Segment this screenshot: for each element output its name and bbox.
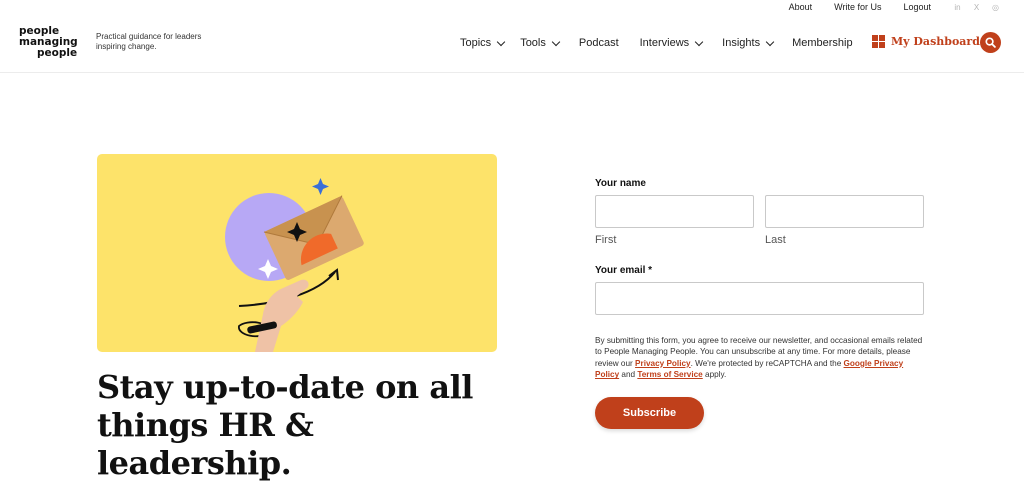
site-tagline: Practical guidance for leaders inspiring… (96, 32, 202, 51)
chevron-down-icon (765, 37, 775, 46)
last-name-input[interactable] (765, 195, 924, 228)
legal-notice: By submitting this form, you agree to re… (595, 335, 925, 381)
chevron-down-icon (551, 37, 561, 46)
nav-interviews[interactable]: Interviews (639, 37, 704, 49)
write-for-us-link[interactable]: Write for Us (834, 2, 881, 12)
name-label: Your name (595, 178, 646, 189)
subscribe-button[interactable]: Subscribe (595, 397, 704, 429)
nav-tools-label: Tools (520, 37, 546, 49)
search-button[interactable] (980, 32, 1001, 53)
site-logo[interactable]: people managing people (19, 26, 83, 59)
last-sublabel: Last (765, 234, 786, 246)
email-label: Your email * (595, 265, 653, 276)
nav-topics[interactable]: Topics (460, 37, 506, 49)
email-input[interactable] (595, 282, 924, 315)
nav-tools[interactable]: Tools (520, 37, 561, 49)
logo-line-3: people (37, 47, 78, 59)
main-nav: Topics Tools Podcast Interviews Insights… (460, 37, 853, 49)
about-link[interactable]: About (789, 2, 813, 12)
my-dashboard-label: My Dashboard (891, 35, 980, 48)
first-name-input[interactable] (595, 195, 754, 228)
utility-bar: About Write for Us Logout in X ◎ (767, 0, 1000, 14)
nav-podcast[interactable]: Podcast (579, 37, 619, 49)
dashboard-icon (872, 35, 885, 48)
terms-link[interactable]: Terms of Service (637, 370, 702, 379)
nav-membership[interactable]: Membership (792, 37, 853, 49)
nav-topics-label: Topics (460, 37, 492, 49)
site-header: people managing people Practical guidanc… (0, 16, 1024, 73)
chevron-down-icon (694, 37, 704, 46)
nav-membership-label: Membership (792, 37, 853, 49)
first-sublabel: First (595, 234, 617, 246)
chevron-down-icon (496, 37, 506, 46)
nav-interviews-label: Interviews (639, 37, 690, 49)
hero-headline: Stay up-to-date on all things HR & leade… (97, 368, 473, 482)
hero-illustration (97, 154, 497, 352)
linkedin-icon[interactable]: in (953, 3, 962, 12)
logout-link[interactable]: Logout (903, 2, 931, 12)
nav-insights-label: Insights (722, 37, 761, 49)
privacy-policy-link[interactable]: Privacy Policy (635, 359, 691, 368)
legal-end: apply. (702, 370, 727, 380)
legal-and: and (619, 370, 638, 380)
nav-insights[interactable]: Insights (722, 37, 775, 49)
instagram-icon[interactable]: ◎ (991, 3, 1000, 12)
my-dashboard-link[interactable]: My Dashboard (872, 35, 980, 48)
envelope-illustration (225, 178, 364, 352)
x-icon[interactable]: X (972, 3, 981, 12)
nav-podcast-label: Podcast (578, 37, 619, 49)
search-icon (985, 37, 996, 48)
legal-mid: . We're protected by reCAPTCHA and the (690, 358, 844, 368)
